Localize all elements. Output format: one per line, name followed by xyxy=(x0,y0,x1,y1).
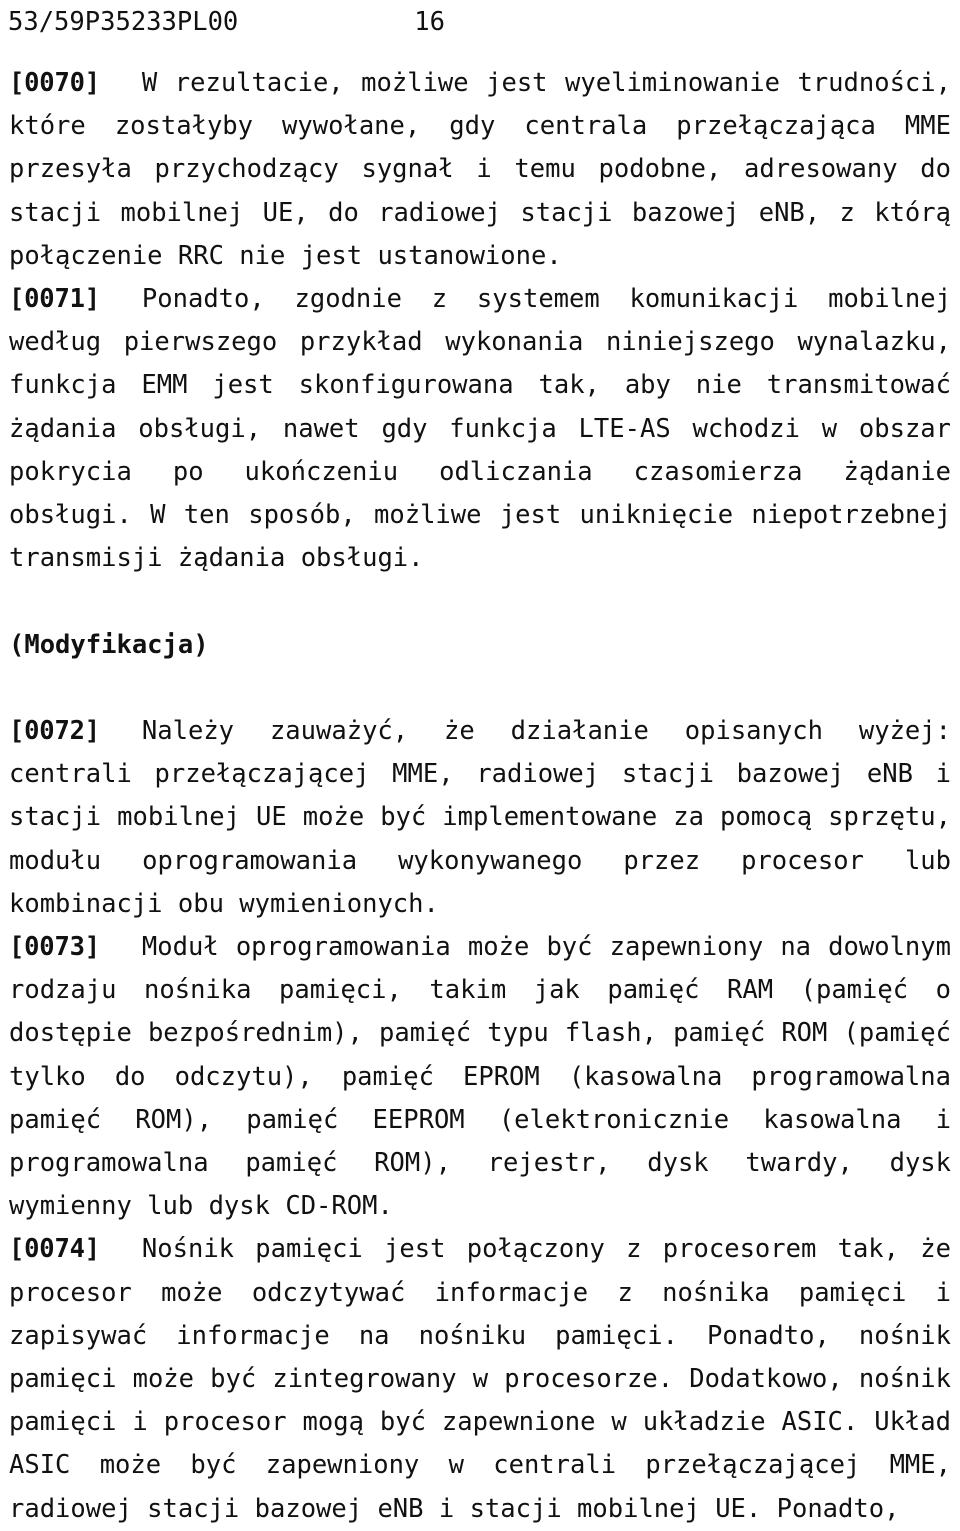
paragraph-text: Ponadto, zgodnie z systemem komunikacji … xyxy=(9,284,951,574)
document-body: [0070] W rezultacie, możliwe jest wyelim… xyxy=(9,62,951,1531)
page-number: 16 xyxy=(414,7,446,37)
paragraph-marker: [0071] xyxy=(9,284,100,315)
paragraph-marker: [0074] xyxy=(9,1234,100,1265)
marker-spacer xyxy=(100,1228,142,1271)
paragraph-text: W rezultacie, możliwe jest wyeliminowani… xyxy=(9,68,951,271)
document-identifier: 53/59P35233PL00 xyxy=(8,7,239,37)
section-heading: (Modyfikacja) xyxy=(9,629,209,660)
paragraph-text: Moduł oprogramowania może być zapewniony… xyxy=(9,932,951,1222)
marker-spacer xyxy=(100,710,142,753)
paragraph: [0073] Moduł oprogramowania może być zap… xyxy=(9,926,951,1228)
paragraph: [0070] W rezultacie, możliwe jest wyelim… xyxy=(9,62,951,278)
paragraph: [0072] Należy zauważyć, że działanie opi… xyxy=(9,710,951,926)
paragraph-marker: [0072] xyxy=(9,716,100,747)
document-page: 53/59P35233PL00 16 [0070] W rezultacie, m… xyxy=(0,0,960,1524)
marker-spacer xyxy=(100,278,142,321)
paragraph-text: Nośnik pamięci jest połączony z procesor… xyxy=(9,1234,951,1524)
paragraph-marker: [0073] xyxy=(9,932,100,963)
running-header: 53/59P35233PL00 16 xyxy=(8,4,952,40)
paragraph: [0074] Nośnik pamięci jest połączony z p… xyxy=(9,1228,951,1530)
paragraph-text: Należy zauważyć, że działanie opisanych … xyxy=(9,716,951,919)
paragraph-marker: [0070] xyxy=(9,68,100,98)
marker-spacer xyxy=(100,62,142,105)
marker-spacer xyxy=(100,926,142,969)
paragraph: [0071] Ponadto, zgodnie z systemem komun… xyxy=(9,278,951,580)
